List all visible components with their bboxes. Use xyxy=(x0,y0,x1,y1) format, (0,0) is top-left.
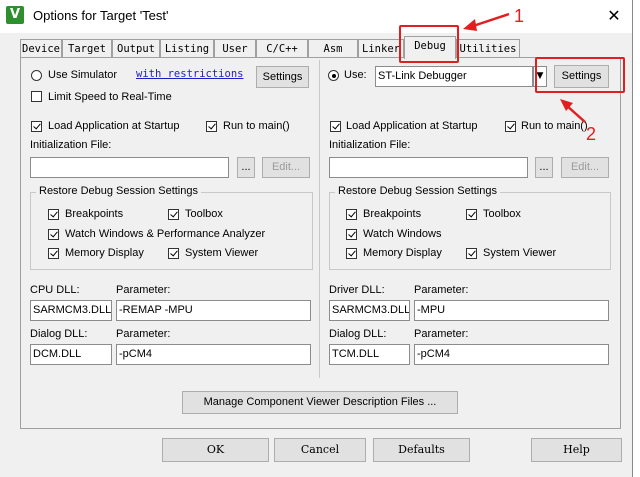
arrow-1-head xyxy=(463,19,477,31)
annotation-arrows xyxy=(463,12,586,123)
background-strip xyxy=(633,0,640,477)
annotation-number-2: 2 xyxy=(586,124,597,144)
annotation-number-1: 1 xyxy=(514,6,525,26)
tab-debug[interactable]: Debug xyxy=(404,36,456,59)
